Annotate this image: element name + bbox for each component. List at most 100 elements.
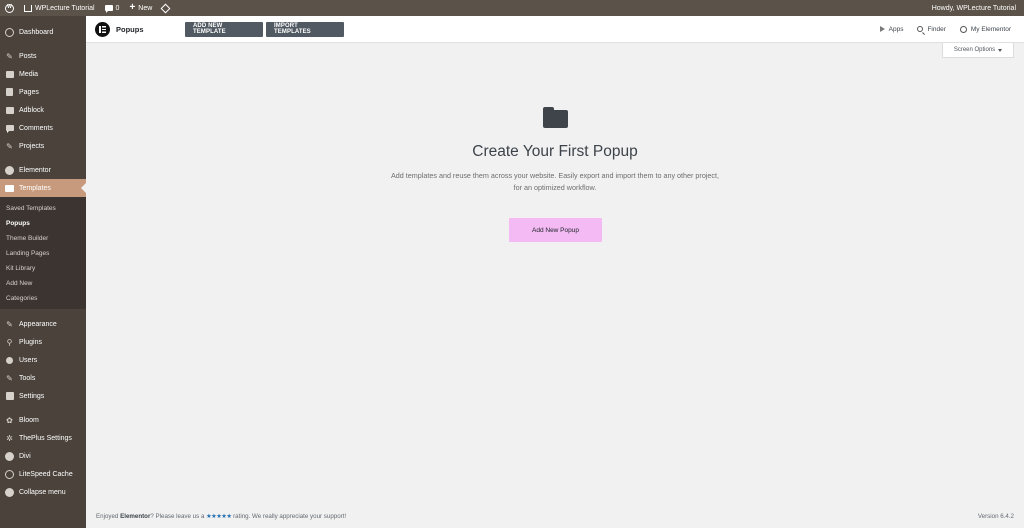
sidebar-item-settings[interactable]: Settings bbox=[0, 387, 86, 405]
account-menu[interactable]: Howdy, WPLecture Tutorial bbox=[927, 0, 1024, 16]
sidebar-item-label: Dashboard bbox=[19, 28, 54, 36]
pin-icon: ✎ bbox=[6, 51, 13, 61]
my-elementor-link[interactable]: My Elementor bbox=[959, 25, 1011, 33]
submenu-saved-templates[interactable]: Saved Templates bbox=[0, 201, 86, 216]
sidebar-item-posts[interactable]: ✎ Posts bbox=[0, 47, 86, 65]
sidebar-item-templates[interactable]: Templates bbox=[0, 179, 86, 197]
submenu-popups[interactable]: Popups bbox=[0, 216, 86, 231]
sidebar-item-label: Bloom bbox=[19, 416, 39, 424]
sidebar-item-dashboard[interactable]: Dashboard bbox=[0, 23, 86, 41]
caret-down-icon bbox=[998, 48, 1003, 52]
sidebar-item-label: Settings bbox=[19, 392, 45, 400]
sidebar-item-label: LiteSpeed Cache bbox=[19, 470, 73, 478]
new-content-link[interactable]: + New bbox=[124, 0, 157, 16]
theplus-icon: ✲ bbox=[6, 433, 13, 443]
sidebar-item-label: Divi bbox=[19, 452, 31, 460]
submenu-add-new[interactable]: Add New bbox=[0, 276, 86, 291]
submenu-landing-pages[interactable]: Landing Pages bbox=[0, 246, 86, 261]
submenu-kit-library[interactable]: Kit Library bbox=[0, 261, 86, 276]
home-icon bbox=[24, 4, 32, 12]
site-name-link[interactable]: WPLecture Tutorial bbox=[19, 0, 100, 16]
plugin-shortcut[interactable] bbox=[157, 0, 174, 16]
admin-sidebar: Dashboard ✎ Posts Media Pages Adblock Co… bbox=[0, 16, 86, 528]
comments-link[interactable]: 0 bbox=[100, 0, 125, 16]
dashboard-icon bbox=[5, 27, 14, 37]
sidebar-item-label: Plugins bbox=[19, 338, 42, 346]
elementor-header: Popups ADD NEW TEMPLATE IMPORT TEMPLATES… bbox=[86, 16, 1024, 43]
wp-logo-menu[interactable] bbox=[0, 0, 19, 16]
sidebar-item-elementor[interactable]: Elementor bbox=[0, 161, 86, 179]
sidebar-item-appearance[interactable]: ✎ Appearance bbox=[0, 315, 86, 333]
litespeed-icon bbox=[5, 469, 14, 479]
sidebar-item-label: ThePlus Settings bbox=[19, 434, 72, 442]
submenu-categories[interactable]: Categories bbox=[0, 291, 86, 306]
diamond-icon bbox=[160, 3, 171, 13]
my-elementor-label: My Elementor bbox=[970, 25, 1011, 33]
import-templates-button[interactable]: IMPORT TEMPLATES bbox=[266, 21, 344, 37]
comments-icon bbox=[5, 124, 14, 133]
sidebar-item-label: Users bbox=[19, 356, 38, 364]
sidebar-item-pages[interactable]: Pages bbox=[0, 83, 86, 101]
tools-icon: ✎ bbox=[6, 373, 13, 383]
sidebar-item-media[interactable]: Media bbox=[0, 65, 86, 83]
sidebar-item-label: Posts bbox=[19, 52, 37, 60]
sidebar-item-adblock[interactable]: Adblock bbox=[0, 101, 86, 119]
folder-icon bbox=[543, 107, 568, 128]
search-icon bbox=[917, 26, 924, 32]
plugins-icon: ⚲ bbox=[6, 337, 13, 347]
sidebar-item-label: Elementor bbox=[19, 166, 51, 174]
sidebar-item-users[interactable]: Users bbox=[0, 351, 86, 369]
footer-middle: ? Please leave us a bbox=[150, 513, 205, 520]
adblock-icon bbox=[5, 106, 14, 115]
divi-icon bbox=[5, 451, 14, 461]
sidebar-item-comments[interactable]: Comments bbox=[0, 119, 86, 137]
elementor-logo-icon bbox=[95, 21, 110, 37]
footer-end: rating. We really appreciate your suppor… bbox=[233, 513, 347, 520]
new-label: New bbox=[138, 4, 153, 12]
sidebar-item-label: Projects bbox=[19, 142, 45, 150]
rating-stars-link[interactable]: ★★★★★ bbox=[206, 513, 232, 520]
finder-link[interactable]: Finder bbox=[917, 25, 946, 33]
templates-submenu: Saved Templates Popups Theme Builder Lan… bbox=[0, 197, 86, 309]
media-icon bbox=[5, 70, 14, 79]
screen-options-button[interactable]: Screen Options bbox=[942, 43, 1014, 58]
header-actions: Apps Finder My Elementor bbox=[879, 25, 1024, 33]
sidebar-item-label: Templates bbox=[19, 184, 51, 192]
howdy-text: Howdy, WPLecture Tutorial bbox=[931, 4, 1016, 12]
apps-link[interactable]: Apps bbox=[879, 25, 904, 33]
users-icon bbox=[5, 356, 14, 365]
admin-bar: WPLecture Tutorial 0 + New Howdy, WPLect… bbox=[0, 0, 1024, 16]
add-new-template-button[interactable]: ADD NEW TEMPLATE bbox=[185, 21, 263, 37]
sidebar-item-label: Pages bbox=[19, 88, 39, 96]
appearance-icon: ✎ bbox=[6, 319, 13, 329]
play-icon bbox=[879, 26, 885, 32]
site-name: WPLecture Tutorial bbox=[35, 4, 95, 12]
screen-options-label: Screen Options bbox=[953, 47, 996, 53]
folder-icon bbox=[5, 184, 14, 193]
sidebar-item-projects[interactable]: ✎ Projects bbox=[0, 137, 86, 155]
apps-label: Apps bbox=[888, 25, 904, 33]
settings-icon bbox=[5, 392, 14, 401]
sidebar-item-divi[interactable]: Divi bbox=[0, 447, 86, 465]
version-text: Version 6.4.2 bbox=[977, 513, 1014, 520]
sidebar-item-label: Appearance bbox=[19, 320, 57, 328]
submenu-theme-builder[interactable]: Theme Builder bbox=[0, 231, 86, 246]
footer-feedback: Enjoyed Elementor? Please leave us a ★★★… bbox=[96, 513, 346, 520]
user-circle-icon bbox=[959, 25, 967, 33]
sidebar-item-litespeed[interactable]: LiteSpeed Cache bbox=[0, 465, 86, 483]
comment-bubble-icon bbox=[104, 5, 113, 13]
sidebar-item-plugins[interactable]: ⚲ Plugins bbox=[0, 333, 86, 351]
pages-icon bbox=[5, 88, 14, 97]
pin-icon: ✎ bbox=[6, 141, 13, 151]
sidebar-item-label: Media bbox=[19, 70, 39, 78]
add-new-popup-button[interactable]: Add New Popup bbox=[509, 218, 602, 242]
sidebar-item-label: Tools bbox=[19, 374, 36, 382]
sidebar-collapse-menu[interactable]: Collapse menu bbox=[0, 483, 86, 501]
sidebar-item-theplus[interactable]: ✲ ThePlus Settings bbox=[0, 429, 86, 447]
comments-count: 0 bbox=[115, 4, 120, 12]
finder-label: Finder bbox=[927, 25, 946, 33]
sidebar-item-bloom[interactable]: ✿ Bloom bbox=[0, 411, 86, 429]
wordpress-icon bbox=[5, 3, 14, 13]
sidebar-item-tools[interactable]: ✎ Tools bbox=[0, 369, 86, 387]
elementor-icon bbox=[5, 165, 14, 175]
